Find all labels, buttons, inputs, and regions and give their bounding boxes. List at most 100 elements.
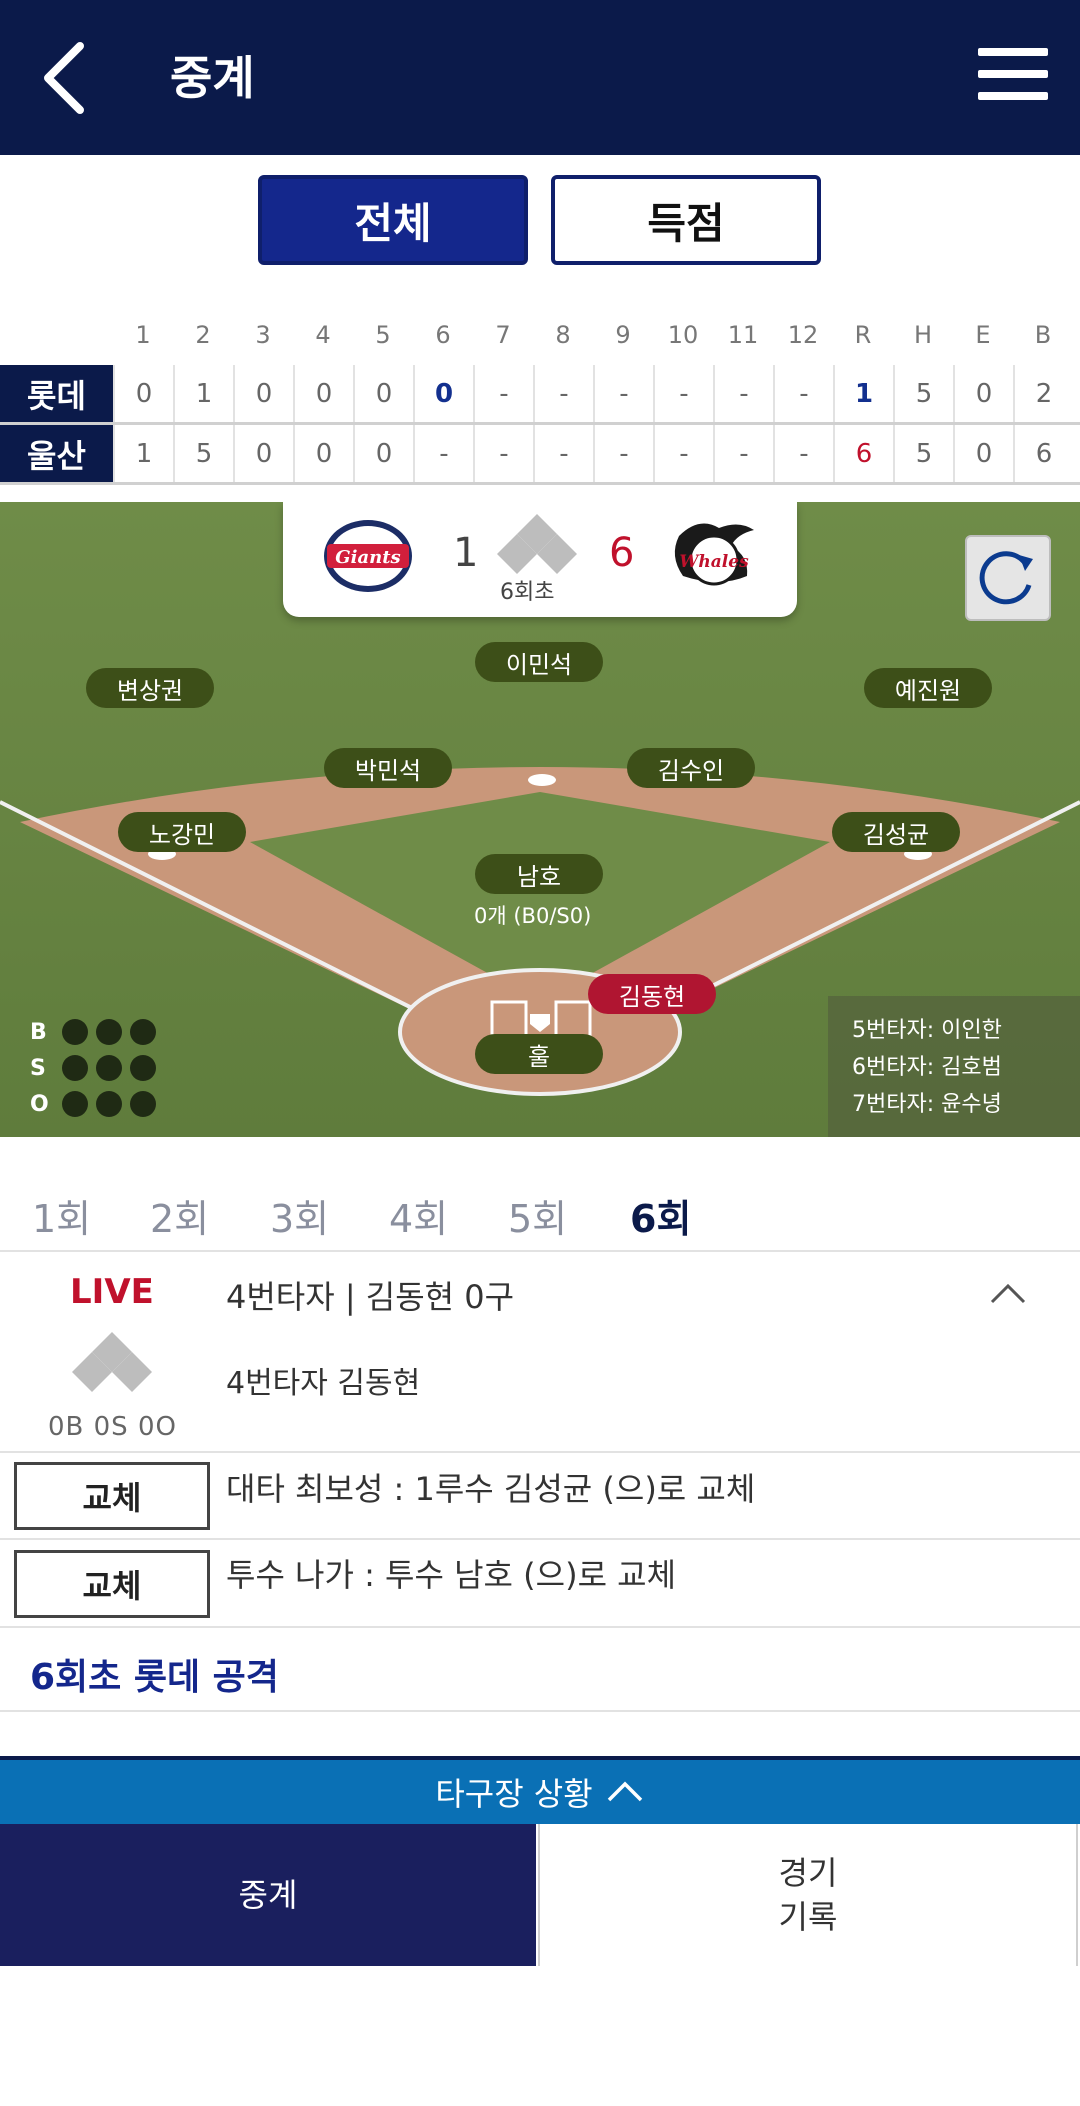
runs-cell: 1 (833, 365, 893, 422)
tab-score[interactable]: 득점 (551, 175, 821, 265)
score-cell: - (413, 425, 473, 482)
tab-inning-6[interactable]: 6회 (630, 1188, 691, 1243)
giants-logo: Giants (313, 516, 423, 596)
score-cell: 0 (293, 365, 353, 422)
back-arrow-icon[interactable] (40, 38, 100, 118)
ball-dot (62, 1019, 88, 1045)
inning-indicator: 6회초 (500, 580, 555, 605)
at-bat-subtitle: 4번타자 김동현 (226, 1366, 421, 1401)
strike-dot (96, 1055, 122, 1081)
fielder-shortstop: 박민석 (324, 748, 452, 788)
walks-cell: 6 (1013, 425, 1073, 482)
score-cell: 0 (353, 365, 413, 422)
inning-col-header: 3 (255, 321, 271, 349)
tab-inning-5[interactable]: 5회 (508, 1188, 567, 1243)
fielder-second-base: 김수인 (627, 748, 755, 788)
chevron-up-icon[interactable] (990, 1282, 1026, 1304)
tab-inning-3[interactable]: 3회 (270, 1188, 329, 1243)
chevron-up-icon (607, 1781, 642, 1802)
next-batters-panel: 5번타자: 이인한 6번타자: 김호범 7번타자: 윤수녕 (828, 996, 1080, 1137)
hits-cell: 5 (893, 425, 953, 482)
score-cell: - (473, 365, 533, 422)
runs-cell: 6 (833, 425, 893, 482)
scoreboard-row-home: 울산 1 5 0 0 0 - - - - - - - 6 5 0 6 (0, 425, 1080, 485)
tab-game-record[interactable]: 경기 기록 (538, 1824, 1078, 1966)
score-cell: - (713, 365, 773, 422)
inning-col-header: 11 (727, 321, 759, 349)
fielder-left-field: 변상권 (86, 668, 214, 708)
out-dot (96, 1091, 122, 1117)
base-diamond-icon (70, 1330, 154, 1400)
divider (0, 1626, 1080, 1628)
score-cell: - (713, 425, 773, 482)
score-cell: 5 (173, 425, 233, 482)
inning-col-header: 5 (375, 321, 391, 349)
score-cell: - (533, 365, 593, 422)
inning-col-header: 1 (135, 321, 151, 349)
errors-col-header: E (975, 321, 991, 349)
balls-label: B (30, 1019, 47, 1045)
hits-col-header: H (913, 321, 933, 349)
ball-dot (130, 1019, 156, 1045)
score-cell: - (773, 425, 833, 482)
tab-inning-4[interactable]: 4회 (389, 1188, 448, 1243)
inning-col-header: 10 (667, 321, 699, 349)
bso-indicator: B S O (30, 1014, 164, 1122)
whales-logo: Whales (659, 516, 769, 596)
inning-col-header: 6 (435, 321, 451, 349)
inning-col-header: 9 (615, 321, 631, 349)
score-cell: 1 (173, 365, 233, 422)
other-stadium-label: 타구장 상황 (435, 1775, 593, 1813)
inning-col-header: 4 (315, 321, 331, 349)
refresh-icon[interactable] (965, 535, 1051, 621)
score-cell: - (593, 425, 653, 482)
divider (0, 1451, 1080, 1453)
scoreboard-header-row: 1 2 3 4 5 6 7 8 9 10 11 12 R H E B (0, 305, 1080, 365)
runs-col-header: R (854, 321, 872, 349)
next-batter-item: 7번타자: 윤수녕 (852, 1092, 1002, 1117)
inning-tabs: 1회 2회 3회 4회 5회 6회 (0, 1180, 1080, 1250)
walks-cell: 2 (1013, 365, 1073, 422)
baseball-field: Giants 1 6회초 6 Whales 변상권 이민석 예진원 박민석 김수… (0, 502, 1080, 1137)
score-cell: - (533, 425, 593, 482)
walks-col-header: B (1034, 321, 1052, 349)
divider (0, 1538, 1080, 1540)
live-badge: LIVE (70, 1272, 154, 1312)
ball-dot (96, 1019, 122, 1045)
pitch-count: 0개 (B0/S0) (474, 904, 592, 928)
strike-dot (62, 1055, 88, 1081)
next-batter-item: 5번타자: 이인한 (852, 1018, 1002, 1043)
other-stadium-toggle[interactable]: 타구장 상황 (0, 1756, 1080, 1824)
base-diamond-icon (495, 512, 579, 582)
score-cell: 0 (293, 425, 353, 482)
tab-broadcast[interactable]: 중계 (0, 1824, 536, 1966)
whales-logo-text: Whales (679, 552, 749, 572)
out-dot (62, 1091, 88, 1117)
tab-all[interactable]: 전체 (258, 175, 528, 265)
hits-cell: 5 (893, 365, 953, 422)
fielder-center-field: 이민석 (475, 642, 603, 682)
fielder-catcher: 훌 (475, 1034, 603, 1074)
at-bat-title: 4번타자 | 김동현 0구 (226, 1278, 515, 1316)
score-cell: - (773, 365, 833, 422)
inning-col-header: 12 (787, 321, 819, 349)
divider (0, 1250, 1080, 1252)
errors-cell: 0 (953, 425, 1013, 482)
scorecard: Giants 1 6회초 6 Whales (283, 502, 797, 617)
score-cell: - (653, 365, 713, 422)
errors-cell: 0 (953, 365, 1013, 422)
fielder-right-field: 예진원 (864, 668, 992, 708)
count-line: 0B 0S 0O (48, 1412, 177, 1442)
tab-inning-1[interactable]: 1회 (32, 1188, 91, 1243)
substitution-badge: 교체 (14, 1462, 210, 1530)
scoreboard: 1 2 3 4 5 6 7 8 9 10 11 12 R H E B 롯데 0 … (0, 305, 1080, 485)
next-batter-item: 6번타자: 김호범 (852, 1055, 1002, 1080)
fielder-third-base: 노강민 (118, 812, 246, 852)
hamburger-menu-icon[interactable] (978, 48, 1048, 108)
away-score: 1 (453, 530, 479, 576)
outs-label: O (30, 1091, 49, 1117)
tab-broadcast-label: 중계 (238, 1876, 298, 1914)
team-name-away: 롯데 (0, 365, 113, 422)
tab-inning-2[interactable]: 2회 (150, 1188, 209, 1243)
divider (0, 1710, 1080, 1712)
